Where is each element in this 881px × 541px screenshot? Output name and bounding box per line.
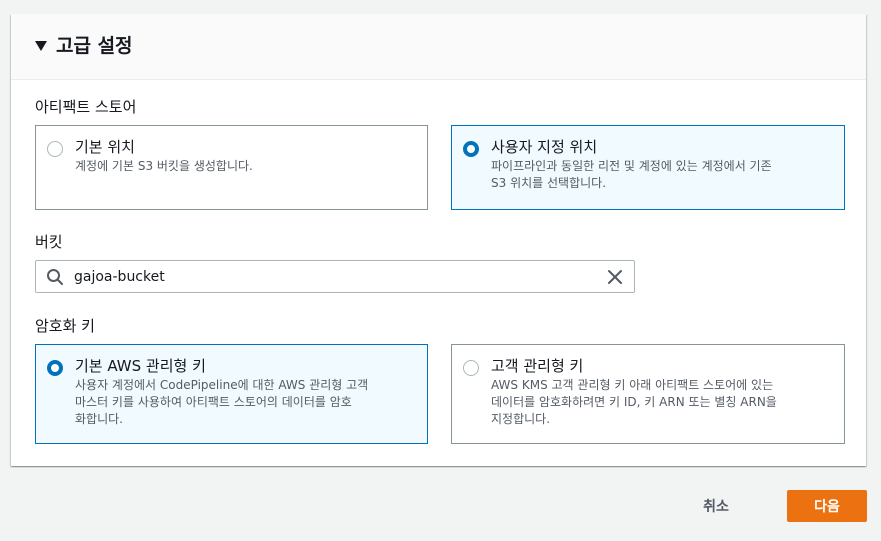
radio-custom-location[interactable] — [463, 141, 479, 157]
radio-customer-managed-key[interactable] — [463, 360, 479, 376]
tile-description: 계정에 기본 S3 버킷을 생성합니다. — [75, 159, 253, 173]
tile-description: 사용자 계정에서 CodePipeline에 대한 AWS 관리형 고객 마스터… — [75, 378, 369, 426]
bucket-search-box — [35, 260, 635, 293]
radio-default-location[interactable] — [47, 141, 63, 157]
cancel-button[interactable]: 취소 — [686, 491, 746, 521]
tile-title: 고객 관리형 키 — [491, 357, 584, 375]
caret-down-icon — [35, 41, 47, 51]
tile-default-location[interactable]: 기본 위치 계정에 기본 S3 버킷을 생성합니다. — [35, 125, 428, 210]
tile-title: 기본 AWS 관리형 키 — [75, 357, 206, 375]
bucket-label: 버킷 — [35, 233, 63, 251]
tile-custom-location[interactable]: 사용자 지정 위치 파이프라인과 동일한 리전 및 계정에 있는 계정에서 기존… — [451, 125, 845, 210]
bucket-search-input[interactable] — [74, 265, 594, 289]
tile-aws-managed-key[interactable]: 기본 AWS 관리형 키 사용자 계정에서 CodePipeline에 대한 A… — [35, 344, 428, 444]
advanced-settings-panel: 고급 설정 아티팩트 스토어 기본 위치 계정에 기본 S3 버킷을 생성합니다… — [11, 14, 866, 466]
search-icon — [47, 269, 63, 285]
encryption-key-label: 암호화 키 — [35, 317, 95, 335]
next-button[interactable]: 다음 — [787, 490, 867, 522]
tile-title: 기본 위치 — [75, 138, 135, 156]
artifact-store-label: 아티팩트 스토어 — [35, 98, 137, 116]
tile-customer-managed-key[interactable]: 고객 관리형 키 AWS KMS 고객 관리형 키 아래 아티팩트 스토어에 있… — [451, 344, 845, 444]
tile-description: 파이프라인과 동일한 리전 및 계정에 있는 계정에서 기존 S3 위치를 선택… — [491, 159, 772, 190]
section-title: 고급 설정 — [56, 35, 133, 57]
tile-description: AWS KMS 고객 관리형 키 아래 아티팩트 스토어에 있는 데이터를 암호… — [491, 378, 777, 426]
tile-title: 사용자 지정 위치 — [491, 138, 598, 156]
clear-icon[interactable] — [606, 268, 624, 286]
radio-aws-managed-key[interactable] — [47, 360, 63, 376]
advanced-settings-header[interactable]: 고급 설정 — [11, 14, 866, 80]
